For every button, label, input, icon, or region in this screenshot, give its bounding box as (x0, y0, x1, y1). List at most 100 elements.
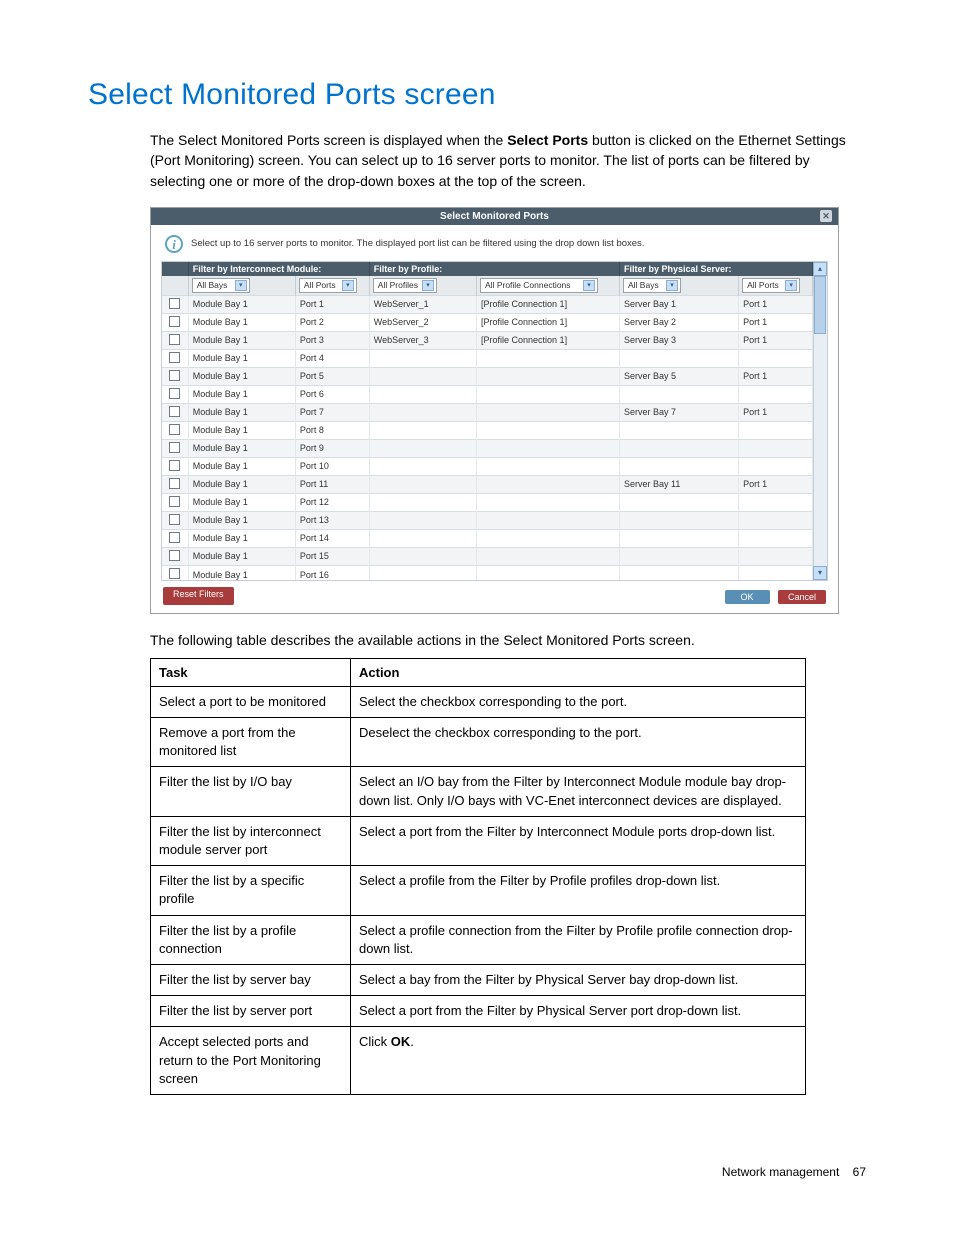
cell-server-port: Port 1 (739, 295, 813, 313)
cell-module: Module Bay 1 (188, 511, 295, 529)
port-checkbox[interactable] (169, 496, 180, 507)
cell-port: Port 12 (295, 493, 369, 511)
cell-server-port (739, 565, 813, 581)
cell-connection: [Profile Connection 1] (477, 295, 620, 313)
ok-button[interactable]: OK (725, 590, 770, 604)
port-checkbox[interactable] (169, 442, 180, 453)
filter-bays-dropdown[interactable]: All Bays▾ (192, 278, 250, 293)
cell-connection: [Profile Connection 1] (477, 313, 620, 331)
cell-server-bay: Server Bay 7 (619, 403, 738, 421)
table-row: Module Bay 1Port 2WebServer_2[Profile Co… (162, 313, 813, 331)
cell-server-port: Port 1 (739, 403, 813, 421)
cell-module: Module Bay 1 (188, 421, 295, 439)
table-row: Filter the list by a specific profileSel… (151, 866, 806, 915)
cell-profile (369, 511, 476, 529)
cell-port: Port 11 (295, 475, 369, 493)
port-checkbox[interactable] (169, 568, 180, 579)
cell-connection (477, 565, 620, 581)
table-row: Module Bay 1Port 6 (162, 385, 813, 403)
port-checkbox[interactable] (169, 334, 180, 345)
dialog-title-bar: Select Monitored Ports ✕ (151, 208, 838, 225)
cell-module: Module Bay 1 (188, 385, 295, 403)
table-row: Module Bay 1Port 7Server Bay 7Port 1 (162, 403, 813, 421)
cell-server-bay: Server Bay 1 (619, 295, 738, 313)
cell-server-bay (619, 349, 738, 367)
cell-connection (477, 349, 620, 367)
cell-port: Port 6 (295, 385, 369, 403)
dialog-info-text: Select up to 16 server ports to monitor.… (191, 238, 644, 249)
port-checkbox[interactable] (169, 550, 180, 561)
cell-port: Port 15 (295, 547, 369, 565)
filter-server-ports-value: All Ports (747, 280, 779, 290)
table-row: Module Bay 1Port 8 (162, 421, 813, 439)
dialog-title: Select Monitored Ports (440, 211, 549, 222)
cell-port: Port 7 (295, 403, 369, 421)
cell-module: Module Bay 1 (188, 565, 295, 581)
port-checkbox[interactable] (169, 352, 180, 363)
port-checkbox[interactable] (169, 298, 180, 309)
table-row: Module Bay 1Port 15 (162, 547, 813, 565)
cell-task: Filter the list by server port (151, 996, 351, 1027)
scroll-up-icon[interactable]: ▴ (813, 262, 827, 276)
filter-ports-dropdown[interactable]: All Ports▾ (299, 278, 357, 293)
footer-section: Network management (722, 1165, 839, 1179)
cell-profile (369, 349, 476, 367)
table-row: Module Bay 1Port 10 (162, 457, 813, 475)
cell-port: Port 10 (295, 457, 369, 475)
chevron-down-icon: ▾ (583, 280, 595, 291)
close-icon[interactable]: ✕ (820, 210, 832, 222)
port-checkbox[interactable] (169, 478, 180, 489)
filter-server-bays-dropdown[interactable]: All Bays▾ (623, 278, 681, 293)
port-checkbox[interactable] (169, 406, 180, 417)
intro-bold: Select Ports (507, 132, 588, 148)
cell-server-bay (619, 457, 738, 475)
cell-port: Port 1 (295, 295, 369, 313)
cell-port: Port 2 (295, 313, 369, 331)
scrollbar-thumb[interactable] (814, 276, 826, 334)
table-row: Module Bay 1Port 16 (162, 565, 813, 581)
port-checkbox[interactable] (169, 388, 180, 399)
cell-server-port: Port 1 (739, 313, 813, 331)
cell-connection (477, 493, 620, 511)
actions-table: Task Action Select a port to be monitore… (150, 658, 806, 1095)
table-row: Filter the list by server portSelect a p… (151, 996, 806, 1027)
cell-task: Filter the list by interconnect module s… (151, 816, 351, 865)
cell-server-bay (619, 421, 738, 439)
cell-action: Select an I/O bay from the Filter by Int… (351, 767, 806, 816)
filter-profile-conn-dropdown[interactable]: All Profile Connections▾ (480, 278, 598, 293)
port-checkbox[interactable] (169, 514, 180, 525)
cell-module: Module Bay 1 (188, 367, 295, 385)
cell-server-port (739, 385, 813, 403)
cancel-button[interactable]: Cancel (778, 590, 826, 604)
cell-profile (369, 475, 476, 493)
reset-filters-button[interactable]: Reset Filters (163, 587, 234, 605)
table-row: Module Bay 1Port 3WebServer_3[Profile Co… (162, 331, 813, 349)
filter-server-ports-dropdown[interactable]: All Ports▾ (742, 278, 800, 293)
cell-connection (477, 529, 620, 547)
filter-profiles-value: All Profiles (378, 280, 418, 290)
cell-port: Port 9 (295, 439, 369, 457)
port-checkbox[interactable] (169, 316, 180, 327)
filter-profiles-dropdown[interactable]: All Profiles▾ (373, 278, 437, 293)
cell-server-port: Port 1 (739, 331, 813, 349)
cell-module: Module Bay 1 (188, 529, 295, 547)
cell-module: Module Bay 1 (188, 295, 295, 313)
cell-action: Select a profile from the Filter by Prof… (351, 866, 806, 915)
cell-module: Module Bay 1 (188, 457, 295, 475)
port-checkbox[interactable] (169, 424, 180, 435)
cell-server-port: Port 1 (739, 367, 813, 385)
port-checkbox[interactable] (169, 370, 180, 381)
cell-connection (477, 367, 620, 385)
col-group-interconnect: Filter by Interconnect Module: (188, 262, 369, 276)
cell-task: Select a port to be monitored (151, 686, 351, 717)
cell-connection (477, 475, 620, 493)
actions-col-action: Action (351, 658, 806, 686)
table-row: Module Bay 1Port 9 (162, 439, 813, 457)
port-checkbox[interactable] (169, 532, 180, 543)
table-row: Filter the list by I/O baySelect an I/O … (151, 767, 806, 816)
table-row: Module Bay 1Port 13 (162, 511, 813, 529)
cell-profile: WebServer_2 (369, 313, 476, 331)
intro-text-before: The Select Monitored Ports screen is dis… (150, 132, 507, 148)
port-checkbox[interactable] (169, 460, 180, 471)
scroll-down-icon[interactable]: ▾ (813, 566, 827, 580)
